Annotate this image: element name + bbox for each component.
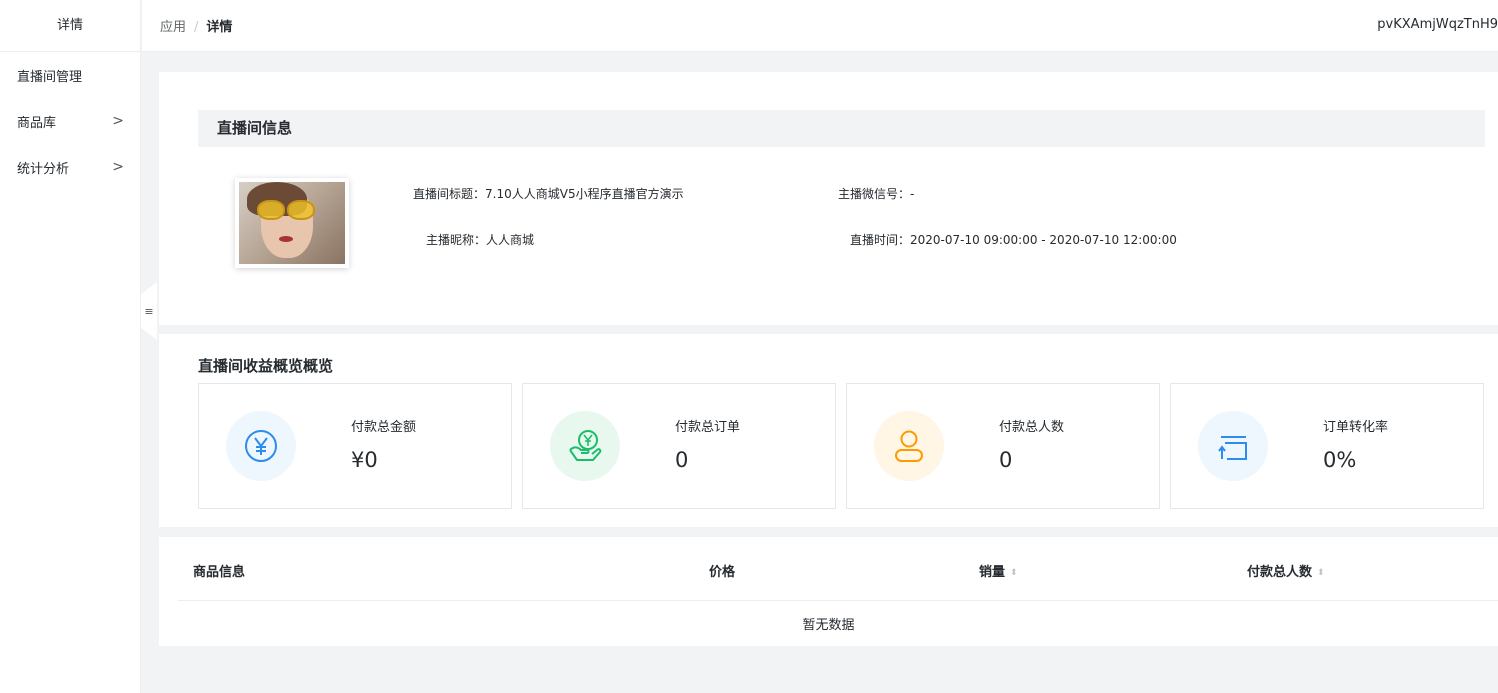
sidebar-item-label: 直播间管理 xyxy=(17,69,83,85)
info-label: 直播时间： xyxy=(850,233,911,247)
breadcrumb-current: 详情 xyxy=(206,20,233,35)
empty-state-text: 暂无数据 xyxy=(802,618,855,633)
live-room-title: 直播间标题：7.10人人商城V5小程序直播官方演示 xyxy=(413,185,684,202)
stat-value: 0 xyxy=(999,448,1013,472)
conversion-icon xyxy=(1198,411,1268,481)
stat-label: 付款总人数 xyxy=(999,420,1065,435)
live-time: 直播时间：2020-07-10 09:00:00 - 2020-07-10 12… xyxy=(850,231,1177,248)
sidebar-collapse-toggle[interactable]: ≡ xyxy=(141,282,157,340)
stat-label: 订单转化率 xyxy=(1323,420,1389,435)
stat-label: 付款总金额 xyxy=(351,420,417,435)
stat-card-total-buyers: 付款总人数 0 xyxy=(846,383,1160,509)
column-header-sales[interactable]: 销量 ⬍ xyxy=(979,561,1018,580)
info-label: 主播昵称： xyxy=(426,233,487,247)
yen-circle-icon xyxy=(226,411,296,481)
sidebar: 详情 直播间管理 商品库 > 统计分析 > xyxy=(0,0,141,693)
stat-value: 0 xyxy=(675,448,689,472)
live-room-cover xyxy=(235,178,349,268)
menu-icon: ≡ xyxy=(144,304,154,318)
cover-image xyxy=(239,182,345,264)
column-header-label: 付款总人数 xyxy=(1247,565,1313,580)
stat-card-total-amount: 付款总金额 ¥0 xyxy=(198,383,512,509)
sidebar-item-live-room-management[interactable]: 直播间管理 xyxy=(0,52,140,98)
chevron-right-icon: > xyxy=(112,159,124,175)
sort-icon[interactable]: ⬍ xyxy=(1010,568,1018,578)
sidebar-item-label: 商品库 xyxy=(17,115,57,131)
column-header-price: 价格 xyxy=(709,565,736,580)
breadcrumb-app-link[interactable]: 应用 xyxy=(160,20,186,35)
column-header-product-info: 商品信息 xyxy=(193,565,246,580)
live-room-info-card: 直播间信息 直播间标题：7.10人人商城V5小程序直播官方演示 主播微信号：- … xyxy=(159,72,1498,325)
chevron-right-icon: > xyxy=(112,113,124,129)
money-hand-icon xyxy=(550,411,620,481)
breadcrumb-separator: / xyxy=(194,20,199,35)
info-label: 主播微信号： xyxy=(838,187,911,201)
info-value: - xyxy=(910,187,915,201)
anchor-wechat: 主播微信号：- xyxy=(838,185,914,202)
sidebar-item-label: 统计分析 xyxy=(17,161,70,177)
stat-card-conversion-rate: 订单转化率 0% xyxy=(1170,383,1484,509)
info-label: 直播间标题： xyxy=(413,187,486,201)
info-value: 2020-07-10 09:00:00 - 2020-07-10 12:00:0… xyxy=(910,233,1177,247)
sidebar-item-statistics[interactable]: 统计分析 > xyxy=(0,144,140,190)
header: 应用 / 详情 pvKXAmjWqzTnH9 xyxy=(142,0,1498,52)
user-icon xyxy=(874,411,944,481)
sidebar-title: 详情 xyxy=(0,0,140,52)
stat-value: ¥0 xyxy=(351,448,378,472)
breadcrumb: 应用 / 详情 xyxy=(160,16,232,35)
overview-title: 直播间收益概览概览 xyxy=(198,357,334,375)
info-value: 7.10人人商城V5小程序直播官方演示 xyxy=(485,187,684,201)
revenue-overview-card: 直播间收益概览概览 付款总金额 ¥0 付款总订单 0 付款总人数 0 订单转化率… xyxy=(159,334,1498,527)
section-title: 直播间信息 xyxy=(198,110,1485,147)
stat-card-total-orders: 付款总订单 0 xyxy=(522,383,836,509)
user-id[interactable]: pvKXAmjWqzTnH9 xyxy=(1377,17,1498,32)
product-table: 商品信息 价格 销量 ⬍ 付款总人数 ⬍ 暂无数据 xyxy=(159,537,1498,646)
anchor-nickname: 主播昵称：人人商城 xyxy=(426,231,534,248)
column-header-total-buyers[interactable]: 付款总人数 ⬍ xyxy=(1247,561,1325,580)
table-divider xyxy=(178,600,1498,601)
sort-icon[interactable]: ⬍ xyxy=(1317,568,1325,578)
stat-label: 付款总订单 xyxy=(675,420,741,435)
column-header-label: 销量 xyxy=(979,565,1006,580)
stat-value: 0% xyxy=(1323,448,1357,472)
sidebar-item-product-library[interactable]: 商品库 > xyxy=(0,98,140,144)
info-value: 人人商城 xyxy=(486,233,535,247)
